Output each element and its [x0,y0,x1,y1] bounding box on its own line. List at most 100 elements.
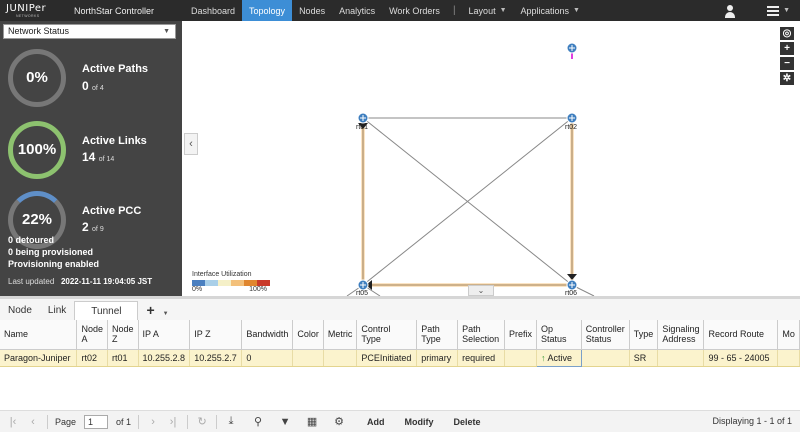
fit-view-icon[interactable]: ◎ [780,27,794,40]
bottom-tabstrip: Node Link Tunnel + ▼ [0,296,800,320]
cell-ip-z: 10.255.2.7 [189,348,243,367]
router-node-external[interactable] [566,42,578,54]
prev-page-icon[interactable]: ‹ [26,416,40,428]
paths-title: Active Paths [82,63,149,75]
op-status-text: Active [547,352,572,363]
column-header[interactable]: Name [0,320,78,350]
nav-applications-menu[interactable]: Applications ▼ [514,0,587,21]
cell-bandwidth: 0 [241,348,294,367]
topology-map[interactable]: rt01 rt02 rt05 rt06 [182,21,800,297]
links-value: 14 of 14 [82,150,114,164]
pcc-title: Active PCC [82,205,142,217]
router-node-rt06[interactable] [566,279,578,291]
table-header-row: Name Node A Node Z IP A IP Z Bandwidth C… [0,320,800,350]
delete-button[interactable]: Delete [454,417,481,427]
settings-gear-icon[interactable]: ✲ [780,72,794,85]
column-header[interactable]: Node A [76,320,108,350]
user-icon[interactable] [723,4,737,18]
tab-tunnel[interactable]: Tunnel [74,301,139,320]
router-node-rt02[interactable] [566,112,578,124]
nav-dashboard[interactable]: Dashboard [184,0,242,21]
nav-topology[interactable]: Topology [242,0,293,21]
zoom-out-icon[interactable]: − [780,57,794,70]
cell-node-z: rt01 [107,348,139,367]
collapse-panel-chevron-left-icon[interactable]: ‹ [184,133,198,155]
tab-link[interactable]: Link [40,301,74,320]
router-node-rt01[interactable] [357,112,369,124]
column-header[interactable]: Mo [777,320,800,350]
add-button[interactable]: Add [367,417,385,427]
column-header[interactable]: IP Z [189,320,243,350]
pcc-being-provisioned: 0 being provisioned [8,247,94,257]
column-header[interactable]: Metric [323,320,358,350]
columns-grid-icon[interactable]: ▦ [305,415,319,428]
tunnel-table: Name Node A Node Z IP A IP Z Bandwidth C… [0,320,800,410]
cell-ip-a: 10.255.2.8 [138,348,191,367]
nav-nodes[interactable]: Nodes [292,0,332,21]
column-header[interactable]: Path Type [416,320,459,350]
last-page-icon[interactable]: ›| [166,416,180,428]
last-updated-value: 2022-11-11 19:04:05 JST [60,277,153,286]
search-icon[interactable]: ⚲ [251,415,265,428]
gear-icon[interactable]: ⚙ [332,415,346,428]
column-header[interactable]: Type [629,320,659,350]
column-header[interactable]: Control Type [356,320,418,350]
column-header[interactable]: IP A [138,320,191,350]
column-header[interactable]: Op Status [536,320,582,350]
paths-pct: 0% [26,69,48,86]
pagination-status: Displaying 1 - 1 of 1 [712,416,792,426]
page-number-input[interactable]: 1 [84,414,109,429]
pcc-value: 2 of 9 [82,220,104,234]
cell-type: SR [629,348,659,367]
arrow-up-icon: ↑ [540,352,546,363]
nav-layout-label: Layout [468,5,496,16]
cell-mo [777,348,800,367]
column-header[interactable]: Bandwidth [241,320,294,350]
links-count: 14 [82,150,96,164]
router-node-rt05[interactable] [357,279,369,291]
tab-node[interactable]: Node [0,301,40,320]
path-arrow-icon [567,274,577,280]
add-tab-button[interactable]: + ▼ [138,301,176,320]
column-header[interactable]: Controller Status [581,320,630,350]
column-header[interactable]: Signaling Address [657,320,705,350]
filter-icon[interactable]: ▼ [278,416,292,428]
nav-analytics[interactable]: Analytics [332,0,382,21]
paths-total: of 4 [92,85,104,92]
nav-work-orders[interactable]: Work Orders [382,0,447,21]
modify-button[interactable]: Modify [405,417,434,427]
cell-prefix [504,348,537,367]
paths-count: 0 [82,79,89,93]
divider [47,414,48,429]
pcc-total: of 9 [92,226,104,233]
chevron-down-icon[interactable]: ▼ [783,7,790,14]
download-icon[interactable]: ⤓ [224,415,238,428]
chevron-down-icon: ▼ [163,28,170,35]
expand-map-chevron-icon[interactable]: ⌄ [468,285,494,296]
column-header[interactable]: Prefix [504,320,537,350]
juniper-logo: JUNIPer NETWORKS [0,0,60,21]
status-view-select[interactable]: Network Status ▼ [3,24,176,39]
cell-path-selection: required [457,348,505,367]
links-gauge: 100% [8,121,66,179]
first-page-icon[interactable]: |‹ [6,416,20,428]
pcc-detoured: 0 detoured [8,235,55,245]
cell-op-status[interactable]: ↑ Active [535,348,582,367]
divider [216,414,218,429]
column-header[interactable]: Record Route [703,320,779,350]
links-total: of 14 [98,156,115,163]
nav-layout-menu[interactable]: Layout ▼ [462,0,514,21]
top-navbar: JUNIPer NETWORKS NorthStar Controller Da… [0,0,800,21]
next-page-icon[interactable]: › [146,416,160,428]
paths-value: 0 of 4 [82,79,104,93]
links-pct: 100% [17,141,57,158]
logo-subtext: NETWORKS [16,13,40,18]
column-header[interactable]: Color [292,320,324,350]
column-header[interactable]: Node Z [107,320,139,350]
chevron-down-icon: ▼ [499,7,507,14]
zoom-in-icon[interactable]: + [780,42,794,55]
hamburger-menu-icon[interactable] [767,5,780,16]
column-header[interactable]: Path Selection [457,320,505,350]
refresh-icon[interactable]: ↻ [195,415,209,428]
table-row[interactable]: Paragon-Juniper rt02 rt01 10.255.2.8 10.… [0,348,800,367]
